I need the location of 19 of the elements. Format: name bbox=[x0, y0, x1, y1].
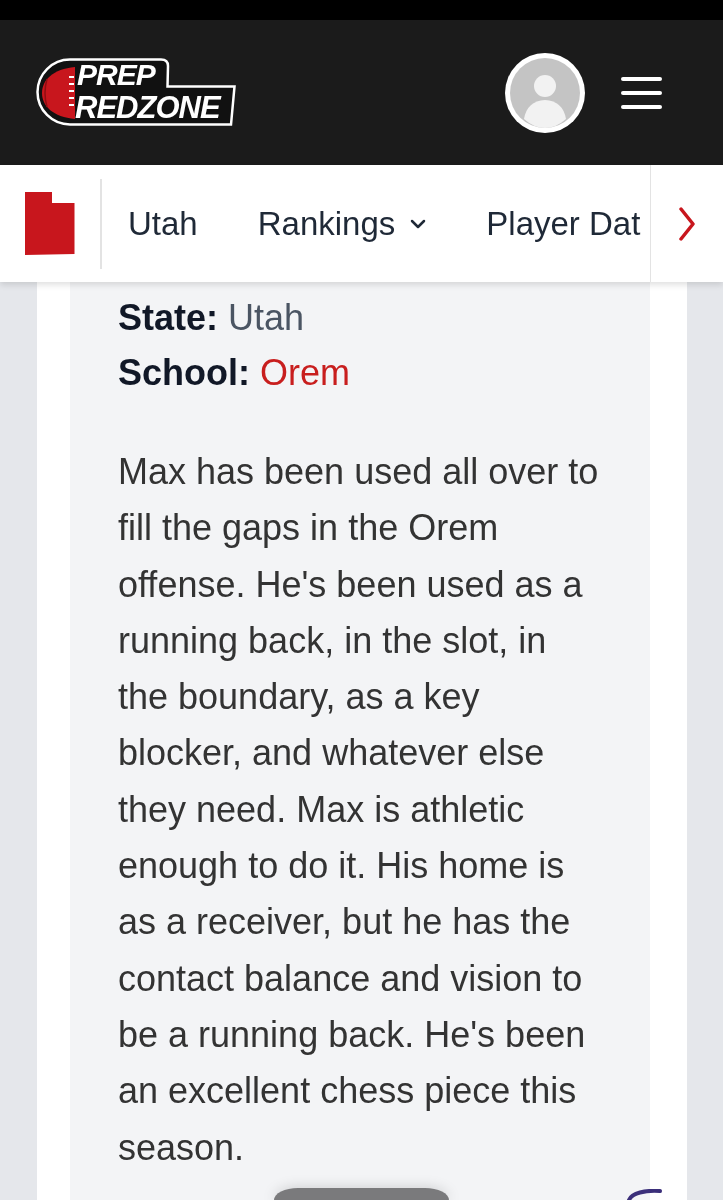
logo-text: PREP bbox=[77, 60, 155, 90]
nav-link[interactable]: Utah bbox=[128, 207, 198, 240]
site-logo[interactable]: PREP REDZONE bbox=[36, 58, 236, 126]
nav-link[interactable]: Player Dat bbox=[486, 207, 641, 240]
floating-button[interactable] bbox=[274, 1188, 449, 1200]
curve-icon bbox=[627, 1189, 662, 1200]
chevron-down-icon bbox=[410, 218, 427, 229]
chevron-right-icon bbox=[679, 206, 695, 241]
field-label: School: bbox=[118, 351, 250, 395]
field-value: Utah bbox=[228, 296, 305, 340]
bio-paragraph: Max has been used all over to fill the gaps in the Orem offense. He's been used as a running back, in the slot, in the boundary, as a key blocker, and whatever else they need. Max is athletic enough to do it. His home is as a receiver, but he has the contact balance and vision to be a running back. He's been an excellent chess piece this season. bbox=[118, 450, 600, 1170]
rankings-dropdown[interactable]: Rankings bbox=[257, 207, 427, 240]
menu-icon[interactable] bbox=[621, 76, 662, 109]
logo-text: REDZONE bbox=[75, 92, 220, 123]
state-shape-icon[interactable] bbox=[25, 192, 75, 255]
football-icon bbox=[42, 67, 75, 119]
avatar-icon[interactable] bbox=[505, 52, 585, 133]
school-link[interactable]: Orem bbox=[260, 345, 350, 400]
field-label: State: bbox=[118, 296, 219, 340]
